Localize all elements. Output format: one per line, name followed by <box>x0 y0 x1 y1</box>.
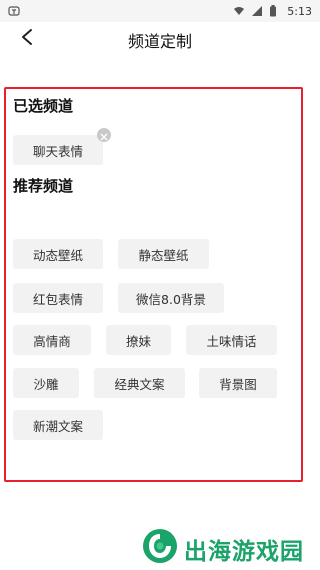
remove-channel-button[interactable] <box>97 128 111 142</box>
chip-label: 高情商 <box>33 333 71 349</box>
recommended-chip[interactable]: 高情商 <box>13 325 91 355</box>
recommended-chip[interactable]: 土味情话 <box>186 325 277 355</box>
status-left <box>8 5 20 17</box>
watermark-text: 出海游戏园 <box>184 539 304 565</box>
recommended-chip[interactable]: 微信8.0背景 <box>118 283 224 313</box>
selected-section-title: 已选频道 <box>13 97 74 115</box>
recommended-chip[interactable]: 沙雕 <box>13 368 79 398</box>
channel-customize-content: 已选频道 聊天表情 推荐频道 动态壁纸 静态壁纸 红包表情 微信8.0背景 高情… <box>0 56 320 570</box>
chip-label: 新潮文案 <box>32 418 83 434</box>
wifi-icon <box>233 5 245 17</box>
app-header: 频道定制 <box>0 22 320 56</box>
chip-label: 静态壁纸 <box>138 247 189 263</box>
status-time: 5:13 <box>287 4 312 18</box>
status-right: 5:13 <box>233 5 312 18</box>
recommended-chip[interactable]: 经典文案 <box>94 368 185 398</box>
chip-label: 背景图 <box>219 376 257 392</box>
page-title: 频道定制 <box>127 32 192 51</box>
recommended-chip[interactable]: 红包表情 <box>13 283 103 313</box>
chip-label: 土味情话 <box>206 333 257 349</box>
chip-label: 沙雕 <box>33 376 59 392</box>
watermark-logo <box>142 528 178 564</box>
selected-chip-chat-stickers[interactable]: 聊天表情 <box>13 135 103 165</box>
signal-icon <box>251 5 263 17</box>
app-notification-icon <box>8 5 20 17</box>
status-bar: 5:13 <box>0 0 320 22</box>
recommended-chip[interactable]: 背景图 <box>199 368 277 398</box>
battery-icon <box>269 5 281 17</box>
chip-label: 红包表情 <box>32 291 83 307</box>
recommended-chip[interactable]: 新潮文案 <box>13 410 103 440</box>
chip-label: 经典文案 <box>114 376 165 392</box>
chip-label: 动态壁纸 <box>32 247 83 263</box>
chip-label: 聊天表情 <box>32 143 83 159</box>
recommended-chip[interactable]: 撩妹 <box>106 325 171 355</box>
recommended-chip[interactable]: 动态壁纸 <box>13 239 103 269</box>
recommended-section-title: 推荐频道 <box>13 177 74 195</box>
chip-label: 微信8.0背景 <box>136 291 206 307</box>
close-icon <box>100 126 108 145</box>
chip-label: 撩妹 <box>125 333 151 349</box>
recommended-chip[interactable]: 静态壁纸 <box>118 239 209 269</box>
